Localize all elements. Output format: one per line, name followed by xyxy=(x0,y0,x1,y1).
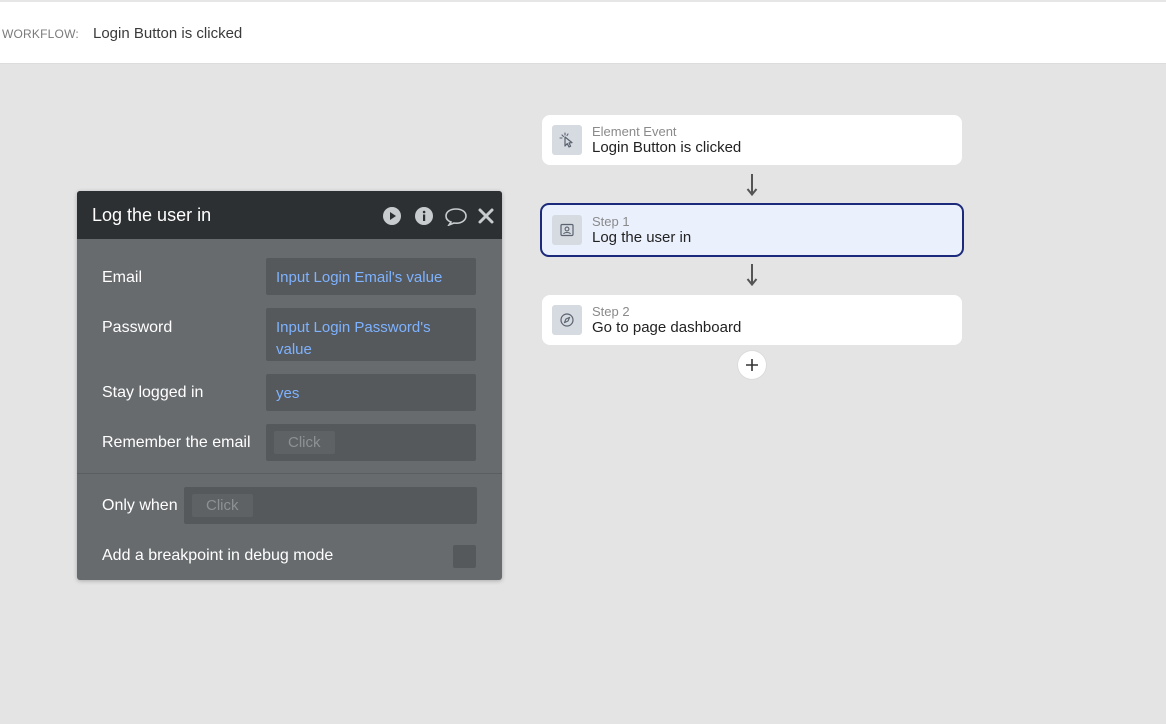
only-when-label: Only when xyxy=(102,497,178,514)
action-properties-panel: Log the user in Email Input Login Email'… xyxy=(77,191,502,580)
email-field-value: Input Login Email's value xyxy=(276,269,443,286)
workflow-title[interactable]: Login Button is clicked xyxy=(93,25,242,42)
workflow-label: WORKFLOW: xyxy=(2,27,79,41)
compass-icon xyxy=(552,305,582,335)
password-field[interactable]: Input Login Password's value xyxy=(266,308,476,361)
panel-divider xyxy=(77,473,502,474)
only-when-field[interactable]: Click xyxy=(184,487,477,524)
stay-logged-in-label: Stay logged in xyxy=(102,384,204,401)
user-card-icon xyxy=(552,215,582,245)
workflow-header: WORKFLOW: Login Button is clicked xyxy=(0,0,1166,64)
plus-icon xyxy=(746,359,758,371)
remember-email-field[interactable]: Click xyxy=(266,424,476,461)
panel-title[interactable]: Log the user in xyxy=(92,205,211,226)
step-1-kicker: Step 1 xyxy=(592,214,630,229)
only-when-click[interactable]: Click xyxy=(192,494,253,517)
password-field-value: Input Login Password's value xyxy=(276,319,431,358)
step-1-card[interactable]: Step 1 Log the user in xyxy=(540,203,964,257)
event-kicker: Element Event xyxy=(592,124,677,139)
breakpoint-checkbox[interactable] xyxy=(453,545,476,568)
close-icon[interactable] xyxy=(476,206,496,226)
flow-arrow-2 xyxy=(746,264,758,287)
panel-header: Log the user in xyxy=(77,191,502,239)
email-label: Email xyxy=(102,269,143,286)
password-label: Password xyxy=(102,319,173,336)
add-step-button[interactable] xyxy=(738,351,766,379)
stay-logged-in-field[interactable]: yes xyxy=(266,374,476,411)
remember-email-label: Remember the email xyxy=(102,434,251,451)
step-1-title: Log the user in xyxy=(592,229,692,246)
play-icon[interactable] xyxy=(382,206,402,226)
remember-email-click[interactable]: Click xyxy=(274,431,335,454)
step-2-card[interactable]: Step 2 Go to page dashboard xyxy=(542,295,962,345)
step-2-title: Go to page dashboard xyxy=(592,319,742,336)
cursor-click-icon xyxy=(552,125,582,155)
stay-logged-in-value: yes xyxy=(276,385,300,402)
info-icon[interactable] xyxy=(414,206,434,226)
event-card[interactable]: Element Event Login Button is clicked xyxy=(542,115,962,165)
breakpoint-label: Add a breakpoint in debug mode xyxy=(102,547,334,564)
event-title: Login Button is clicked xyxy=(592,139,742,156)
comment-icon[interactable] xyxy=(444,206,468,226)
flow-arrow-1 xyxy=(746,174,758,197)
email-field[interactable]: Input Login Email's value xyxy=(266,258,476,295)
step-2-kicker: Step 2 xyxy=(592,304,630,319)
